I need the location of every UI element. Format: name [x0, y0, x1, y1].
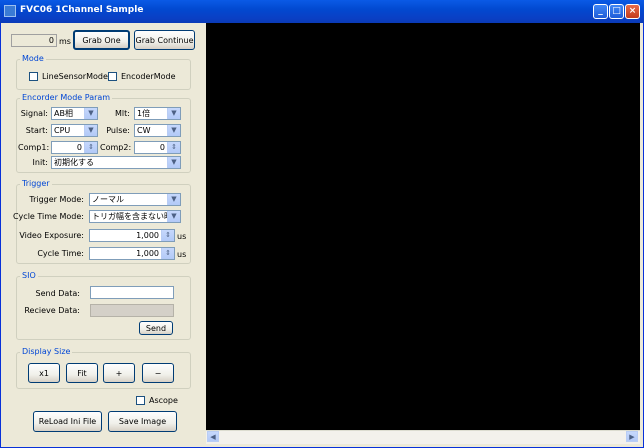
zoom-x1-button[interactable]: x1	[28, 363, 60, 383]
start-label: Start:	[25, 126, 48, 135]
encoder-mode-checkbox[interactable]	[108, 72, 117, 81]
ascope-label: Ascope	[149, 396, 178, 405]
video-exposure-value: 1,000	[136, 231, 159, 240]
mode-group-title: Mode	[20, 54, 46, 63]
reload-ini-button[interactable]: ReLoad Ini File	[33, 411, 102, 432]
chevron-down-icon: ▼	[84, 125, 97, 136]
display-size-group-title: Display Size	[20, 347, 73, 356]
ms-display: 0	[11, 34, 57, 47]
comp2-spinner[interactable]: 0 ⇕	[134, 141, 181, 154]
video-exposure-unit: us	[177, 232, 187, 241]
maximize-button[interactable]: □	[609, 4, 624, 19]
minimize-button[interactable]: _	[593, 4, 608, 19]
chevron-down-icon: ▼	[167, 108, 180, 119]
pulse-select-value: CW	[137, 126, 151, 135]
spin-updown-icon[interactable]: ⇕	[161, 230, 174, 241]
comp2-label: Comp2:	[100, 143, 132, 152]
cycle-time-mode-label: Cycle Time Mode:	[12, 212, 84, 221]
comp1-label: Comp1:	[18, 143, 50, 152]
grab-continue-button[interactable]: Grab Continue	[134, 30, 195, 50]
chevron-down-icon: ▼	[167, 157, 180, 168]
encoder-group-title: Encorder Mode Param	[20, 93, 113, 102]
chevron-down-icon: ▼	[167, 211, 180, 222]
ms-unit-label: ms	[59, 37, 71, 46]
signal-select-value: AB相	[54, 109, 73, 118]
scroll-right-icon[interactable]: ▶	[626, 431, 638, 442]
comp1-value: 0	[76, 143, 82, 152]
app-icon	[4, 5, 16, 17]
video-exposure-spinner[interactable]: 1,000 ⇕	[89, 229, 175, 242]
line-sensor-checkbox[interactable]	[29, 72, 38, 81]
mlt-select-value: 1倍	[137, 109, 151, 118]
cycle-time-mode-select[interactable]: トリガ幅を含まない時間 ▼	[89, 210, 181, 223]
save-image-button[interactable]: Save Image	[108, 411, 177, 432]
recieve-data-label: Recieve Data:	[24, 306, 80, 315]
start-select[interactable]: CPU ▼	[51, 124, 98, 137]
horizontal-scrollbar[interactable]	[206, 430, 640, 444]
sio-group-title: SIO	[20, 271, 38, 280]
maximize-icon: □	[612, 6, 621, 16]
init-label: Init:	[32, 158, 48, 167]
close-icon: ×	[628, 6, 637, 16]
spin-updown-icon[interactable]: ⇕	[167, 142, 180, 153]
spin-updown-icon[interactable]: ⇕	[84, 142, 97, 153]
chevron-down-icon: ▼	[167, 194, 180, 205]
video-exposure-label: Video Exposure:	[19, 231, 84, 240]
trigger-mode-label: Trigger Mode:	[29, 195, 84, 204]
pulse-label: Pulse:	[106, 126, 130, 135]
trigger-mode-value: ノーマル	[92, 195, 124, 204]
spin-updown-icon[interactable]: ⇕	[161, 248, 174, 259]
cycle-time-unit: us	[177, 250, 187, 259]
pulse-select[interactable]: CW ▼	[134, 124, 181, 137]
signal-label: Signal:	[20, 109, 48, 118]
cycle-time-label: Cycle Time:	[37, 249, 84, 258]
send-data-input[interactable]	[90, 286, 174, 299]
cycle-time-spinner[interactable]: 1,000 ⇕	[89, 247, 175, 260]
init-select-value: 初期化する	[54, 158, 94, 167]
cycle-time-value: 1,000	[136, 249, 159, 258]
signal-select[interactable]: AB相 ▼	[51, 107, 98, 120]
ascope-checkbox[interactable]	[136, 396, 145, 405]
zoom-out-button[interactable]: −	[142, 363, 174, 383]
close-button[interactable]: ×	[625, 4, 640, 19]
zoom-fit-button[interactable]: Fit	[66, 363, 98, 383]
grab-one-button[interactable]: Grab One	[73, 30, 130, 50]
send-button[interactable]: Send	[139, 321, 173, 335]
video-display[interactable]	[206, 23, 640, 430]
trigger-group-title: Trigger	[20, 179, 52, 188]
line-sensor-label: LineSensorMode	[42, 72, 108, 81]
window-title: FVC06 1Channel Sample	[20, 5, 144, 15]
chevron-down-icon: ▼	[84, 108, 97, 119]
chevron-down-icon: ▼	[167, 125, 180, 136]
encoder-mode-label: EncoderMode	[121, 72, 176, 81]
init-select[interactable]: 初期化する ▼	[51, 156, 181, 169]
scroll-left-icon[interactable]: ◀	[207, 431, 219, 442]
start-select-value: CPU	[54, 126, 71, 135]
mlt-select[interactable]: 1倍 ▼	[134, 107, 181, 120]
trigger-mode-select[interactable]: ノーマル ▼	[89, 193, 181, 206]
mlt-label: Mlt:	[115, 109, 130, 118]
recieve-data-field	[90, 304, 174, 317]
send-data-label: Send Data:	[35, 289, 81, 298]
comp2-value: 0	[159, 143, 165, 152]
comp1-spinner[interactable]: 0 ⇕	[51, 141, 98, 154]
zoom-in-button[interactable]: +	[103, 363, 135, 383]
minimize-icon: _	[598, 6, 603, 16]
